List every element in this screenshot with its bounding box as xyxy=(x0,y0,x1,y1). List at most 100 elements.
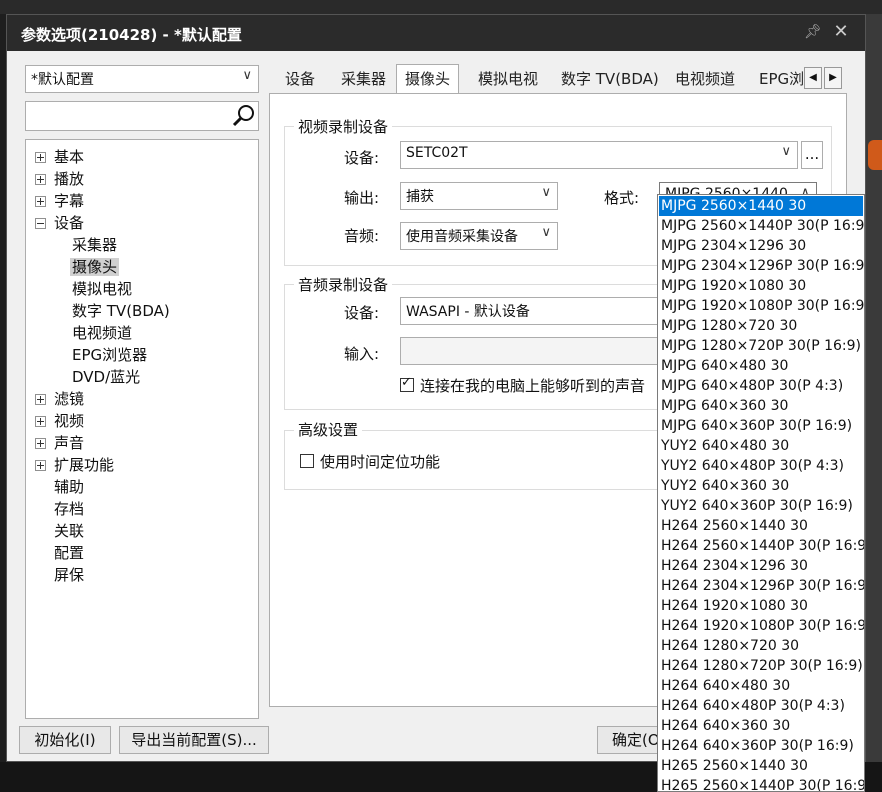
collapse-icon[interactable] xyxy=(35,218,46,229)
format-option[interactable]: H264 1920×1080 30 xyxy=(659,596,863,616)
format-option[interactable]: H264 640×360 30 xyxy=(659,716,863,736)
tab[interactable]: EPG浏 xyxy=(759,65,803,93)
tab-scroll-right-icon[interactable]: ▶ xyxy=(824,67,842,89)
expand-icon[interactable] xyxy=(35,196,46,207)
format-option[interactable]: H264 2304×1296P 30(P 16:9) xyxy=(659,576,864,596)
format-option[interactable]: MJPG 1920×1080 30 xyxy=(659,276,863,296)
tree-item[interactable]: 滤镜 xyxy=(32,388,86,410)
pin-icon[interactable]: 📌︎ xyxy=(803,24,823,42)
format-option[interactable]: YUY2 640×360 30 xyxy=(659,476,863,496)
tree-item[interactable]: DVD/蓝光 xyxy=(66,366,142,388)
listen-checkbox[interactable] xyxy=(400,375,414,392)
browse-button[interactable]: ... xyxy=(801,141,823,169)
format-option[interactable]: H264 640×480P 30(P 4:3) xyxy=(659,696,863,716)
format-dropdown-list[interactable]: MJPG 2560×1440 30 MJPG 2560×1440P 30(P 16… xyxy=(657,194,865,792)
expand-icon[interactable] xyxy=(35,438,46,449)
format-option[interactable]: H264 2560×1440P 30(P 16:9) xyxy=(659,536,864,556)
tree-item[interactable]: 基本 xyxy=(32,146,86,168)
tree-item[interactable]: 视频 xyxy=(32,410,86,432)
format-option[interactable]: MJPG 1280×720P 30(P 16:9) xyxy=(659,336,863,356)
search-icon[interactable] xyxy=(232,104,256,128)
expand-icon[interactable] xyxy=(35,152,46,163)
tree-item[interactable]: 配置 xyxy=(32,542,86,564)
expand-icon[interactable] xyxy=(35,174,46,185)
tab[interactable]: 数字 TV(BDA) xyxy=(561,65,659,93)
input-label: 输入: xyxy=(344,345,380,363)
tree-item-label: 模拟电视 xyxy=(72,280,133,298)
tab[interactable]: 摄像头 xyxy=(396,64,460,94)
export-config-button[interactable]: 导出当前配置(S)... xyxy=(119,726,269,754)
format-option[interactable]: MJPG 640×360 30 xyxy=(659,396,863,416)
format-option[interactable]: H264 2304×1296 30 xyxy=(659,556,863,576)
tab[interactable]: 采集器 xyxy=(341,65,386,93)
output-select[interactable]: 捕获 ∨ xyxy=(400,182,558,210)
title-bar[interactable]: 参数选项(210428) - *默认配置 📌︎ ✕ xyxy=(7,15,865,51)
tab[interactable]: 设备 xyxy=(285,65,315,93)
tree-item-label: EPG浏览器 xyxy=(72,346,148,364)
output-label: 输出: xyxy=(344,189,380,207)
format-option[interactable]: MJPG 1280×720 30 xyxy=(659,316,863,336)
format-option[interactable]: YUY2 640×360P 30(P 16:9) xyxy=(659,496,863,516)
tree-item[interactable]: 关联 xyxy=(32,520,86,542)
tab[interactable]: 模拟电视 xyxy=(478,65,538,93)
format-option[interactable]: MJPG 2560×1440P 30(P 16:9) xyxy=(659,216,864,236)
tab-scroll-left-icon[interactable]: ◀ xyxy=(804,67,822,89)
tree-item-label: 摄像头 xyxy=(70,258,120,276)
tree-item[interactable]: 字幕 xyxy=(32,190,86,212)
format-option[interactable]: MJPG 2560×1440 30 xyxy=(659,196,863,216)
init-button[interactable]: 初始化(I) xyxy=(19,726,111,754)
format-option[interactable]: MJPG 2304×1296 30 xyxy=(659,236,863,256)
tree-item-label: 字幕 xyxy=(54,192,85,210)
tree-item[interactable]: 扩展功能 xyxy=(32,454,116,476)
tree-item[interactable]: 设备 xyxy=(32,212,86,234)
tree-item[interactable]: 屏保 xyxy=(32,564,86,586)
tree-item-label: 播放 xyxy=(54,170,85,188)
tree-item[interactable]: 电视频道 xyxy=(66,322,134,344)
format-option[interactable]: YUY2 640×480P 30(P 4:3) xyxy=(659,456,863,476)
tree-item-label: 基本 xyxy=(54,148,85,166)
tree-item[interactable]: 播放 xyxy=(32,168,86,190)
video-device-select[interactable]: SETC02T ∨ xyxy=(400,141,798,169)
tree-item-label: 视频 xyxy=(54,412,85,430)
format-option[interactable]: H264 640×360P 30(P 16:9) xyxy=(659,736,863,756)
format-option[interactable]: MJPG 1920×1080P 30(P 16:9) xyxy=(659,296,864,316)
close-icon[interactable]: ✕ xyxy=(831,21,851,43)
format-option[interactable]: MJPG 2304×1296P 30(P 16:9) xyxy=(659,256,864,276)
format-option[interactable]: MJPG 640×480P 30(P 4:3) xyxy=(659,376,863,396)
chevron-down-icon: ∨ xyxy=(781,144,791,159)
tab[interactable]: 电视频道 xyxy=(675,65,735,93)
expand-icon[interactable] xyxy=(35,416,46,427)
tree-item[interactable]: 模拟电视 xyxy=(66,278,134,300)
format-option[interactable]: H264 1280×720 30 xyxy=(659,636,863,656)
expand-icon[interactable] xyxy=(35,394,46,405)
audio-group-title: 音频录制设备 xyxy=(294,274,393,295)
tree-item[interactable]: 数字 TV(BDA) xyxy=(66,300,172,322)
video-group-title: 视频录制设备 xyxy=(294,116,393,137)
format-option[interactable]: H264 1280×720P 30(P 16:9) xyxy=(659,656,863,676)
format-option[interactable]: H265 2560×1440P 30(P 16:9) xyxy=(659,776,864,791)
format-option[interactable]: YUY2 640×480 30 xyxy=(659,436,863,456)
audio-select[interactable]: 使用音频采集设备 ∨ xyxy=(400,222,558,250)
profile-select[interactable]: *默认配置 ∨ xyxy=(25,65,259,93)
format-option[interactable]: H264 1920×1080P 30(P 16:9) xyxy=(659,616,864,636)
tree-item[interactable]: 辅助 xyxy=(32,476,86,498)
timeshift-checkbox[interactable] xyxy=(300,454,314,468)
format-option[interactable]: MJPG 640×480 30 xyxy=(659,356,863,376)
tree-item[interactable]: 摄像头 xyxy=(66,256,120,278)
expand-icon[interactable] xyxy=(35,460,46,471)
format-option[interactable]: H264 2560×1440 30 xyxy=(659,516,863,536)
tree-item[interactable]: 采集器 xyxy=(66,234,119,256)
search-input[interactable] xyxy=(25,101,259,131)
tree-item[interactable]: EPG浏览器 xyxy=(66,344,149,366)
format-option[interactable]: H264 640×480 30 xyxy=(659,676,863,696)
format-option[interactable]: H265 2560×1440 30 xyxy=(659,756,863,776)
tree-item[interactable]: 存档 xyxy=(32,498,86,520)
tree-item-label: 滤镜 xyxy=(54,390,85,408)
format-option[interactable]: MJPG 640×360P 30(P 16:9) xyxy=(659,416,863,436)
video-device-value: SETC02T xyxy=(406,145,468,161)
category-tree[interactable]: 基本播放字幕设备 采集器摄像头模拟电视数字 TV(BDA) 电视频道 EPG浏览器 DV… xyxy=(25,139,259,719)
video-device-label: 设备: xyxy=(344,149,380,167)
tree-item[interactable]: 声音 xyxy=(32,432,86,454)
background-accent xyxy=(868,140,882,170)
listen-label: 连接在我的电脑上能够听到的声音 xyxy=(420,377,646,395)
